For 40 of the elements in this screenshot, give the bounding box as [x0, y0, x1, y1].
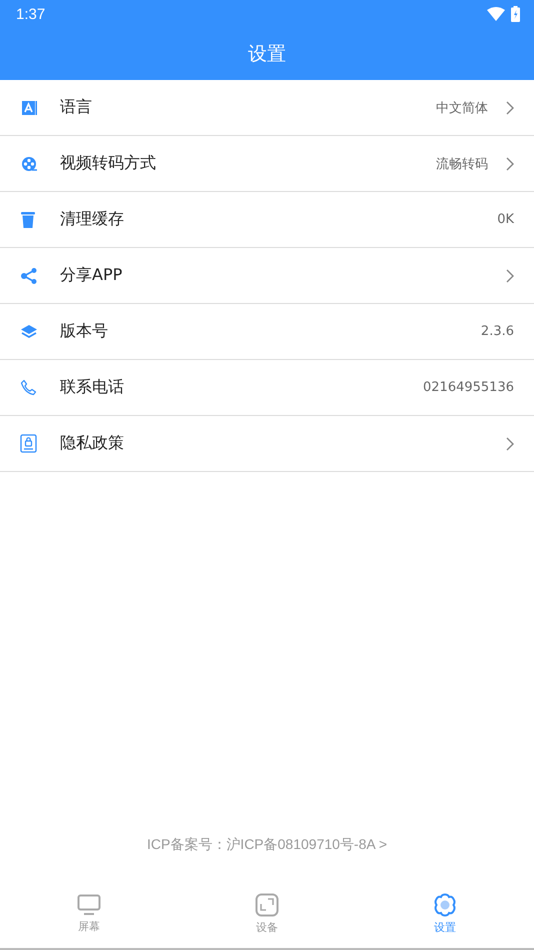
settings-row[interactable]: 版本号 2.3.6: [0, 304, 534, 360]
chevron-icon: [506, 100, 514, 114]
setting-value: 2.3.6: [480, 324, 514, 339]
monitor-icon: [77, 894, 101, 916]
setting-label: 分享APP: [60, 265, 124, 286]
chevron-icon: [506, 436, 514, 450]
scan-frame-icon: [255, 893, 279, 917]
battery-icon: [511, 6, 520, 22]
tab-label: 屏幕: [78, 919, 100, 934]
settings-row[interactable]: 隐私政策: [0, 416, 534, 472]
chevron-icon: [506, 156, 514, 170]
language-icon: [20, 98, 38, 116]
setting-label: 隐私政策: [60, 433, 125, 454]
settings-row[interactable]: 语言 中文简体: [0, 80, 534, 136]
phone-icon: [20, 379, 37, 396]
privacy-document-icon: [20, 434, 37, 453]
settings-icon: [433, 893, 457, 917]
status-time: 1:37: [16, 6, 46, 22]
setting-value: 流畅转码: [436, 156, 488, 172]
film-reel-icon: [20, 154, 38, 172]
settings-row[interactable]: 清理缓存 0K: [0, 192, 534, 248]
settings-row[interactable]: 联系电话 02164955136: [0, 360, 534, 416]
tab-label: 设置: [434, 920, 456, 935]
tab-label: 设备: [256, 920, 278, 935]
setting-value: 0K: [497, 212, 514, 227]
chevron-icon: [506, 268, 514, 282]
settings-row[interactable]: 视频转码方式 流畅转码: [0, 136, 534, 192]
wifi-icon: [487, 7, 505, 21]
setting-value: 中文简体: [436, 100, 488, 116]
setting-label: 清理缓存: [60, 209, 125, 230]
setting-label: 版本号: [60, 321, 109, 342]
setting-label: 联系电话: [60, 377, 125, 398]
setting-label: 语言: [60, 97, 93, 118]
setting-value: 02164955136: [423, 380, 514, 395]
layers-icon: [20, 324, 38, 340]
settings-row[interactable]: 分享APP: [0, 248, 534, 304]
page-title: 设置: [248, 42, 286, 67]
share-icon: [20, 266, 38, 284]
setting-label: 视频转码方式: [60, 153, 157, 174]
trash-icon: [20, 210, 36, 228]
